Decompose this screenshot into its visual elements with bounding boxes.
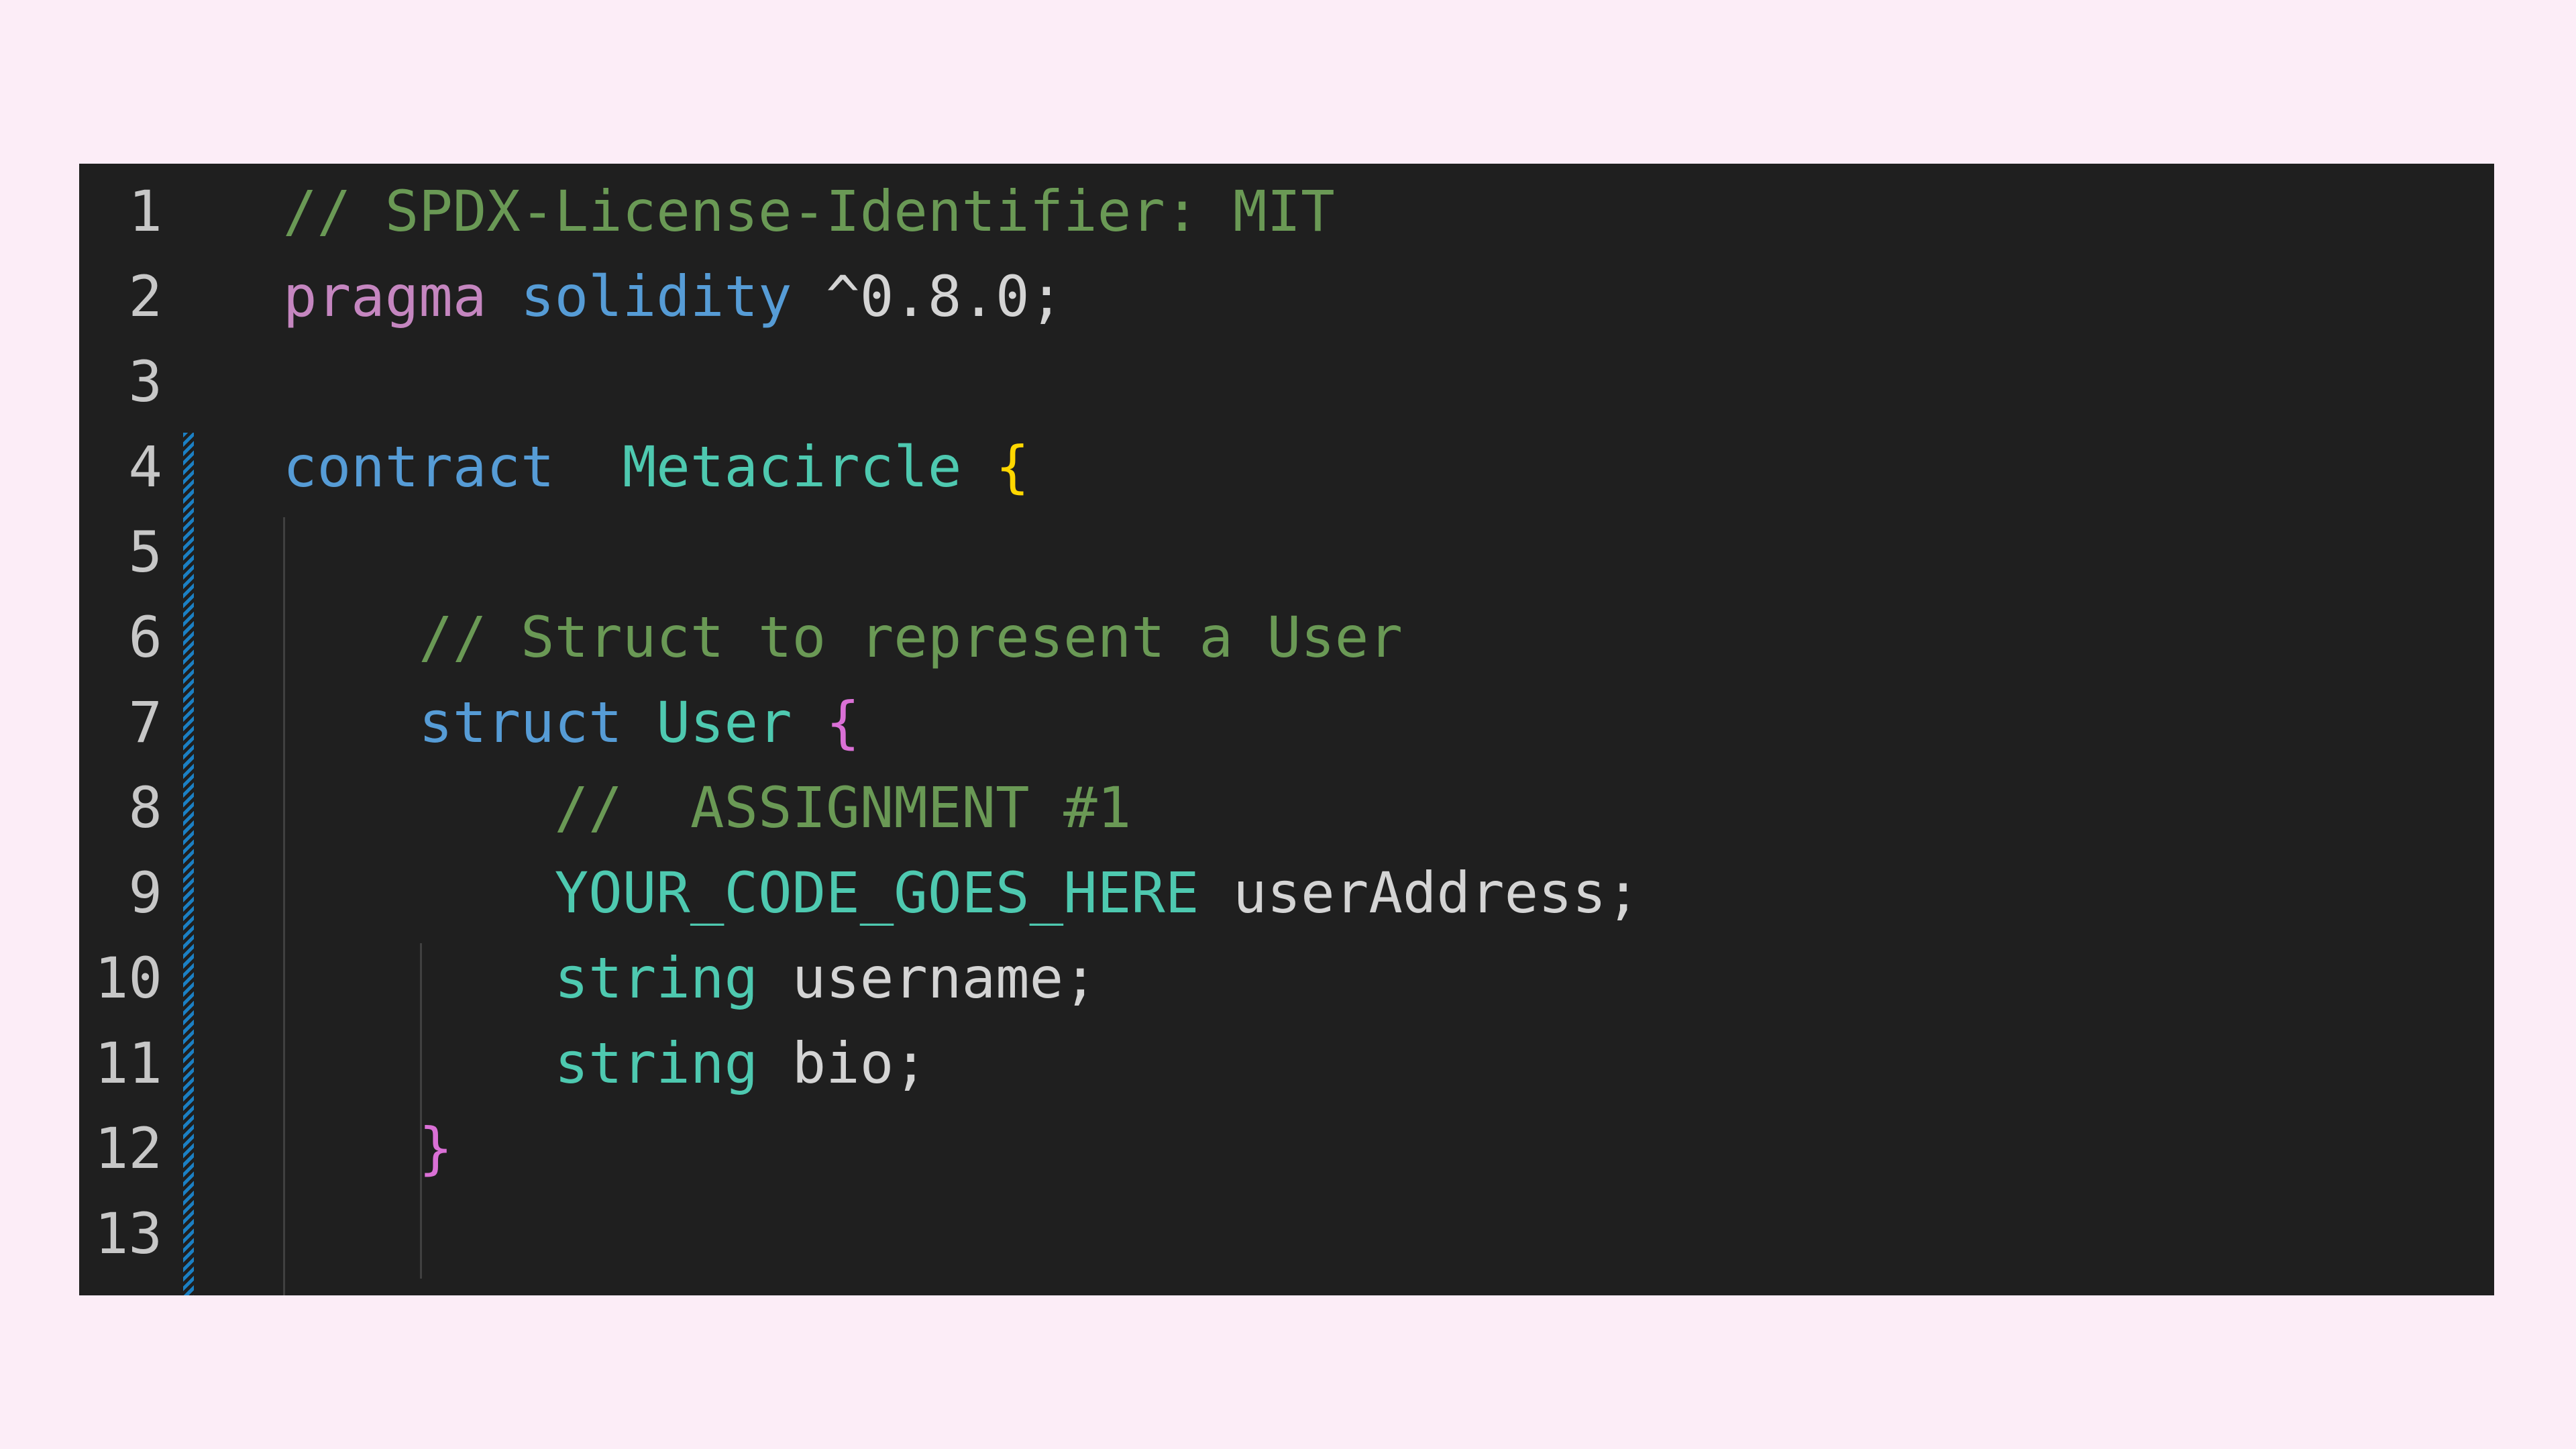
code-token-type-teal: string	[554, 945, 759, 1011]
code-token-type-teal: string	[554, 1030, 759, 1096]
code-line[interactable]: 10 string username;	[79, 936, 2494, 1021]
code-token-plain: userAddress;	[1199, 860, 1640, 926]
code-token-type-teal: YOUR_CODE_GOES_HERE	[554, 860, 1199, 926]
line-number: 5	[128, 519, 162, 585]
line-number: 1	[128, 178, 162, 244]
code-line[interactable]: 6 // Struct to represent a User	[79, 595, 2494, 680]
line-code: string username;	[283, 936, 1097, 1021]
code-token-bracket-pink: }	[419, 1116, 453, 1181]
line-number: 3	[128, 349, 162, 415]
code-token-comment: // Struct to represent a User	[283, 604, 1403, 670]
code-token-keyword-purple: pragma	[283, 264, 487, 329]
line-number: 10	[94, 945, 162, 1011]
code-token-plain: bio;	[758, 1030, 928, 1096]
code-line[interactable]: 13	[79, 1191, 2494, 1277]
code-line[interactable]: 7 struct User {	[79, 680, 2494, 765]
code-token-keyword-blue: solidity	[521, 264, 792, 329]
line-code: contract Metacircle {	[283, 425, 1030, 510]
line-number: 13	[94, 1201, 162, 1267]
code-line[interactable]: 2 pragma solidity ^0.8.0;	[79, 254, 2494, 339]
line-code: // ASSIGNMENT #1	[283, 765, 1132, 851]
code-line[interactable]: 4 contract Metacircle {	[79, 425, 2494, 510]
code-line[interactable]: 11 string bio;	[79, 1021, 2494, 1106]
line-number: 4	[128, 434, 162, 500]
code-token-keyword-blue: struct	[419, 690, 623, 755]
code-line[interactable]: 12 }	[79, 1106, 2494, 1191]
line-code: // SPDX-License-Identifier: MIT	[283, 169, 1335, 254]
line-code: string bio;	[283, 1021, 928, 1106]
code-line[interactable]: 5	[79, 510, 2494, 595]
code-token-keyword-blue: contract	[283, 434, 555, 500]
line-code: // Struct to represent a User	[283, 595, 1403, 680]
code-token-type-teal: User	[656, 690, 792, 755]
line-number: 12	[94, 1116, 162, 1181]
code-token-comment: // ASSIGNMENT #1	[283, 775, 1132, 841]
code-token-plain: username;	[758, 945, 1097, 1011]
code-line[interactable]: 1 // SPDX-License-Identifier: MIT	[79, 169, 2494, 254]
code-token-bracket-pink: {	[826, 690, 860, 755]
line-number: 8	[128, 775, 162, 841]
code-line[interactable]: 8 // ASSIGNMENT #1	[79, 765, 2494, 851]
code-token-type-teal: Metacircle	[622, 434, 962, 500]
line-code: YOUR_CODE_GOES_HERE userAddress;	[283, 851, 1640, 936]
code-token-comment: // SPDX-License-Identifier: MIT	[283, 178, 1335, 244]
code-token-plain: ^0.8.0;	[792, 264, 1064, 329]
code-line[interactable]: 3	[79, 339, 2494, 425]
line-code: pragma solidity ^0.8.0;	[283, 254, 1063, 339]
line-number: 9	[128, 860, 162, 926]
code-line[interactable]: 9 YOUR_CODE_GOES_HERE userAddress;	[79, 851, 2494, 936]
line-number: 7	[128, 690, 162, 755]
code-token-bracket-yellow: {	[996, 434, 1030, 500]
line-number: 6	[128, 604, 162, 670]
line-code: struct User {	[283, 680, 860, 765]
line-number: 11	[94, 1030, 162, 1096]
code-editor[interactable]: 1 // SPDX-License-Identifier: MIT 2 pragma …	[79, 164, 2494, 1295]
line-code: }	[283, 1106, 453, 1191]
line-number: 2	[128, 264, 162, 329]
